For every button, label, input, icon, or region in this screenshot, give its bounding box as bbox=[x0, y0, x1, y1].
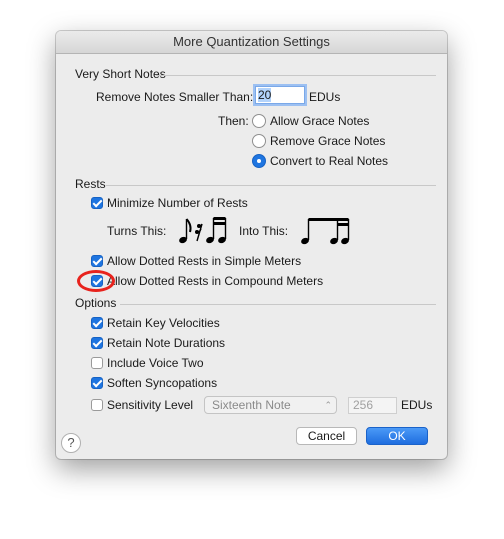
remove-notes-value: 20 bbox=[258, 88, 272, 102]
retain-note-durations-checkbox[interactable] bbox=[91, 337, 103, 349]
allow-grace-notes-label[interactable]: Allow Grace Notes bbox=[270, 114, 369, 128]
section-divider bbox=[106, 185, 436, 186]
sensitivity-level-checkbox[interactable] bbox=[91, 399, 103, 411]
sensitivity-level-label[interactable]: Sensitivity Level bbox=[107, 398, 193, 412]
chevron-up-down-icon: ⌃ bbox=[324, 400, 332, 410]
remove-notes-input[interactable]: 20 bbox=[255, 86, 305, 104]
remove-grace-notes-label[interactable]: Remove Grace Notes bbox=[270, 134, 385, 148]
sensitivity-select[interactable]: Sixteenth Note ⌃ bbox=[204, 396, 337, 414]
soften-syncopations-checkbox[interactable] bbox=[91, 377, 103, 389]
highlight-annotation-circle bbox=[77, 270, 115, 292]
dotted-rests-simple-label[interactable]: Allow Dotted Rests in Simple Meters bbox=[107, 254, 301, 268]
remove-notes-unit: EDUs bbox=[309, 90, 341, 104]
help-button[interactable]: ? bbox=[61, 433, 81, 453]
dotted-rests-simple-checkbox[interactable] bbox=[91, 255, 103, 267]
rests-heading: Rests bbox=[75, 177, 106, 191]
include-voice-two-checkbox[interactable] bbox=[91, 357, 103, 369]
cancel-button[interactable]: Cancel bbox=[296, 427, 357, 445]
convert-to-real-notes-label[interactable]: Convert to Real Notes bbox=[270, 154, 388, 168]
allow-grace-notes-radio[interactable] bbox=[252, 114, 266, 128]
section-divider bbox=[120, 304, 436, 305]
remove-notes-label: Remove Notes Smaller Than: bbox=[96, 90, 254, 104]
dotted-rests-compound-label[interactable]: Allow Dotted Rests in Compound Meters bbox=[107, 274, 323, 288]
ok-button[interactable]: OK bbox=[366, 427, 428, 445]
include-voice-two-label[interactable]: Include Voice Two bbox=[107, 356, 204, 370]
soften-syncopations-label[interactable]: Soften Syncopations bbox=[107, 376, 217, 390]
retain-key-velocities-checkbox[interactable] bbox=[91, 317, 103, 329]
dialog-title: More Quantization Settings bbox=[56, 31, 447, 54]
sensitivity-select-value: Sixteenth Note bbox=[212, 398, 291, 412]
minimize-rests-checkbox[interactable] bbox=[91, 197, 103, 209]
remove-grace-notes-radio[interactable] bbox=[252, 134, 266, 148]
into-this-label: Into This: bbox=[239, 224, 289, 238]
turns-this-notation bbox=[179, 217, 227, 244]
minimize-rests-label[interactable]: Minimize Number of Rests bbox=[107, 196, 248, 210]
options-heading: Options bbox=[75, 296, 117, 310]
into-this-notation bbox=[301, 218, 350, 245]
turns-this-label: Turns This: bbox=[107, 224, 167, 238]
sensitivity-unit: EDUs bbox=[401, 398, 433, 412]
retain-note-durations-label[interactable]: Retain Note Durations bbox=[107, 336, 225, 350]
convert-to-real-notes-radio[interactable] bbox=[252, 154, 266, 168]
quantization-settings-dialog: More Quantization Settings Very Short No… bbox=[56, 31, 447, 459]
very-short-notes-heading: Very Short Notes bbox=[75, 67, 166, 81]
retain-key-velocities-label[interactable]: Retain Key Velocities bbox=[107, 316, 220, 330]
then-label: Then: bbox=[218, 114, 249, 128]
section-divider bbox=[156, 75, 436, 76]
sensitivity-value-input[interactable]: 256 bbox=[348, 397, 397, 414]
